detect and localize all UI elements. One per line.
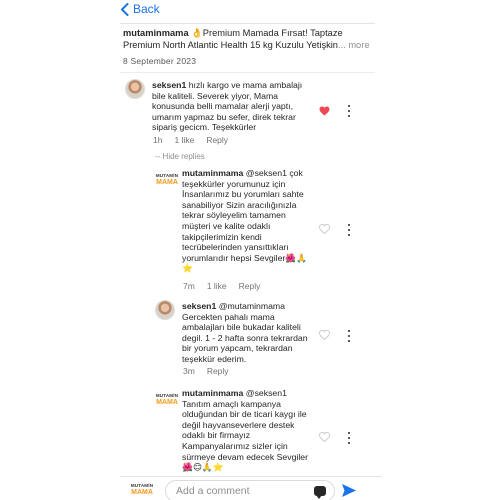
comment-time: 3m bbox=[183, 366, 195, 376]
comment-text: seksen1 @mutaminmama Gercekten pahalı ma… bbox=[182, 301, 310, 365]
post-caption-emoji: 👌 bbox=[191, 28, 203, 38]
heart-icon[interactable] bbox=[319, 330, 330, 340]
comment-time: 1h bbox=[153, 135, 163, 145]
comment-username[interactable]: mutaminmama bbox=[182, 168, 243, 178]
post-username[interactable]: mutaminmama bbox=[123, 28, 189, 38]
heart-icon-liked[interactable] bbox=[319, 106, 330, 116]
post-date: 8 September 2023 bbox=[123, 56, 197, 66]
divider bbox=[120, 23, 375, 24]
chat-bubble-icon[interactable] bbox=[314, 486, 326, 499]
avatar[interactable] bbox=[155, 300, 175, 320]
comment-meta: 1h 1 like Reply bbox=[153, 135, 228, 145]
back-label: Back bbox=[133, 2, 160, 16]
divider bbox=[120, 476, 382, 477]
comment-meta: 7m 1 like Reply bbox=[183, 281, 260, 291]
comment-emojis: 🌺😊🙏⭐ bbox=[182, 462, 224, 473]
more-options-icon[interactable] bbox=[347, 105, 351, 117]
more-link[interactable]: ... more bbox=[338, 40, 370, 50]
reply-button[interactable]: Reply bbox=[206, 135, 228, 145]
divider bbox=[120, 72, 375, 73]
send-icon[interactable] bbox=[341, 483, 357, 498]
avatar-brand-logo[interactable]: MUTAMİN MAMA bbox=[155, 392, 179, 408]
star-emoji: ⭐ bbox=[182, 263, 193, 274]
comment-likes[interactable]: 1 like bbox=[174, 135, 194, 145]
more-options-icon[interactable] bbox=[347, 224, 351, 236]
comment-username[interactable]: seksen1 bbox=[152, 80, 186, 90]
heart-icon[interactable] bbox=[319, 432, 330, 442]
heart-icon[interactable] bbox=[319, 224, 330, 234]
avatar[interactable] bbox=[125, 79, 145, 99]
post-caption: mutaminmama 👌Premium Mamada Fırsat! Tapt… bbox=[123, 27, 378, 51]
current-user-avatar: MUTAMİN MAMA bbox=[130, 483, 154, 496]
add-comment-input[interactable] bbox=[166, 481, 334, 500]
comment-body: @seksen1 Tanıtım amaçlı kampanya olduğun… bbox=[182, 388, 309, 462]
comment-username[interactable]: seksen1 bbox=[182, 301, 216, 311]
comment-likes[interactable]: 1 like bbox=[207, 281, 227, 291]
reply-button[interactable]: Reply bbox=[207, 366, 229, 376]
hide-replies-button[interactable]: -- Hide replies bbox=[155, 152, 205, 161]
comment-body: @seksen1 çok teşekkürler yorumunuz için … bbox=[182, 168, 304, 263]
chevron-left-icon bbox=[121, 2, 129, 16]
comment-composer[interactable] bbox=[165, 480, 335, 500]
avatar-brand-logo[interactable]: MUTAMİN MAMA bbox=[155, 172, 179, 188]
more-options-icon[interactable] bbox=[347, 330, 351, 342]
comment-emojis: 🌺🙏 bbox=[285, 252, 307, 263]
comment-username[interactable]: mutaminmama bbox=[182, 388, 243, 398]
comment-text: seksen1 hızlı kargo ve mama ambalajı bil… bbox=[152, 80, 315, 133]
top-bar: Back bbox=[0, 0, 500, 22]
comment-text: mutaminmama @seksen1 Tanıtım amaçlı kamp… bbox=[182, 388, 310, 473]
more-options-icon[interactable] bbox=[347, 432, 351, 444]
comment-text: mutaminmama @seksen1 çok teşekkürler yor… bbox=[182, 168, 310, 274]
comment-meta: 3m Reply bbox=[183, 366, 229, 376]
back-button[interactable]: Back bbox=[120, 2, 160, 16]
comment-time: 7m bbox=[183, 281, 195, 291]
reply-button[interactable]: Reply bbox=[239, 281, 261, 291]
